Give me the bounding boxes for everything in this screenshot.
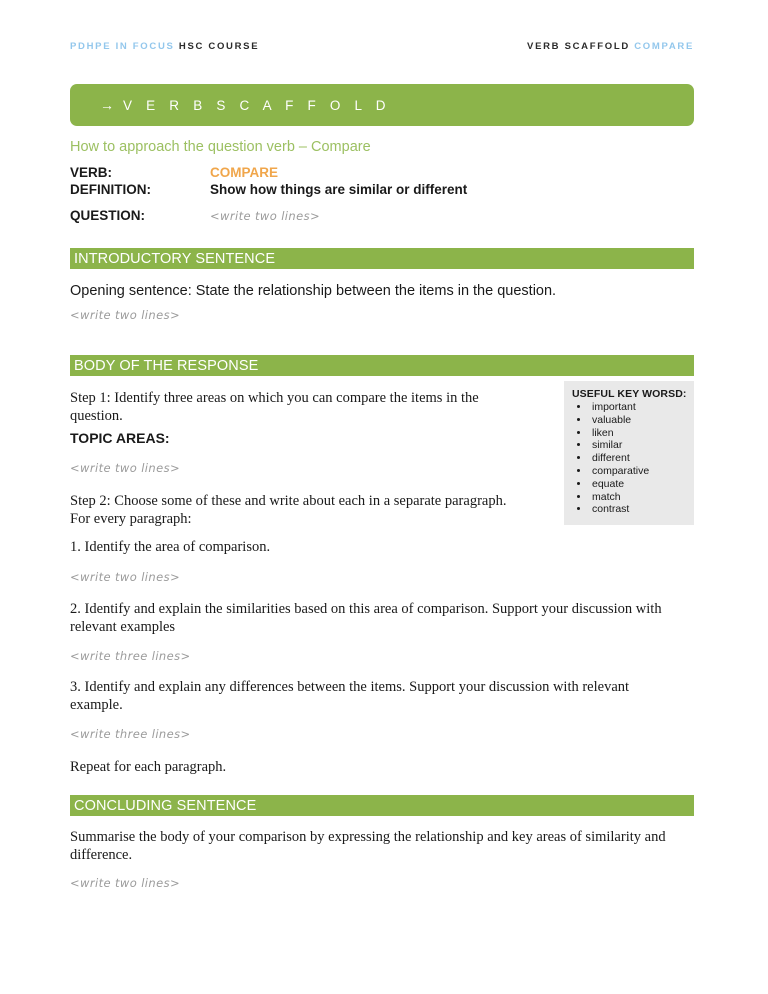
verb-definition-block: VERB: COMPARE DEFINITION: Show how thing… <box>70 164 694 225</box>
document-page: PDHPE IN FOCUS HSC COURSE VERB SCAFFOLD … <box>0 0 768 994</box>
definition-row: DEFINITION: Show how things are similar … <box>70 181 694 198</box>
key-word-item: liken <box>590 427 694 440</box>
useful-key-words-box: USEFUL KEY WORSD: important valuable lik… <box>564 381 694 526</box>
verb-label: VERB: <box>70 165 113 180</box>
conclusion-instruction-text: Summarise the body of your comparison by… <box>70 829 666 863</box>
section-header-label: CONCLUDING SENTENCE <box>74 797 257 814</box>
question-label: QUESTION: <box>70 208 146 223</box>
title-banner: → V E R B S C A F F O L D <box>70 84 694 126</box>
intro-instruction-text: Opening sentence: State the relationship… <box>70 283 557 299</box>
arrow-right-icon: → <box>100 97 114 113</box>
section-header-concluding-sentence: CONCLUDING SENTENCE <box>70 795 694 816</box>
section-header-body-of-the-response: BODY OF THE RESPONSE <box>70 355 694 376</box>
page-subtitle: How to approach the question verb – Comp… <box>70 139 371 155</box>
key-words-list: important valuable liken similar differe… <box>564 401 694 516</box>
key-word-item: important <box>590 401 694 414</box>
key-word-item: equate <box>590 478 694 491</box>
body-point-2-text: 2. Identify and explain the similarities… <box>70 601 662 635</box>
body-point-1-text: 1. Identify the area of comparison. <box>70 539 271 555</box>
verb-row: VERB: COMPARE <box>70 164 694 181</box>
section-header-introductory-sentence: INTRODUCTORY SENTENCE <box>70 248 694 269</box>
key-word-item: comparative <box>590 465 694 478</box>
conclusion-write-placeholder[interactable]: <write two lines> <box>70 876 180 890</box>
running-head-left: PDHPE IN FOCUS HSC COURSE <box>70 41 259 52</box>
body-step1-text: Step 1: Identify three areas on which yo… <box>70 390 479 424</box>
body-point-3-write-placeholder[interactable]: <write three lines> <box>70 727 191 741</box>
section-header-label: INTRODUCTORY SENTENCE <box>74 250 276 267</box>
definition-label: DEFINITION: <box>70 182 151 197</box>
verb-name-label: COMPARE <box>634 40 694 52</box>
body-point-2-write-placeholder[interactable]: <write three lines> <box>70 649 191 663</box>
definition-value: Show how things are similar or different <box>210 182 468 197</box>
intro-write-placeholder[interactable]: <write two lines> <box>70 308 180 322</box>
key-words-box-title: USEFUL KEY WORSD: <box>572 388 687 400</box>
brand-course-name: HSC COURSE <box>178 40 260 52</box>
section-header-label: BODY OF THE RESPONSE <box>74 357 259 374</box>
body-step2-text: Step 2: Choose some of these and write a… <box>70 493 507 527</box>
question-write-placeholder[interactable]: <write two lines> <box>210 208 320 225</box>
body-repeat-text: Repeat for each paragraph. <box>70 759 227 775</box>
document-type-label: VERB SCAFFOLD <box>527 40 630 52</box>
banner-title: V E R B S C A F F O L D <box>123 97 391 113</box>
key-word-item: valuable <box>590 414 694 427</box>
body-point-3-text: 3. Identify and explain any differences … <box>70 679 630 713</box>
running-head: PDHPE IN FOCUS HSC COURSE VERB SCAFFOLD … <box>70 38 694 54</box>
brand-series-name: PDHPE IN FOCUS <box>70 40 175 52</box>
verb-value: COMPARE <box>210 165 279 180</box>
running-head-right: VERB SCAFFOLD COMPARE <box>527 41 694 52</box>
key-word-item: match <box>590 491 694 504</box>
body-point-1-write-placeholder[interactable]: <write two lines> <box>70 570 180 584</box>
key-word-item: similar <box>590 439 694 452</box>
key-word-item: contrast <box>590 503 694 516</box>
key-word-item: different <box>590 452 694 465</box>
topic-areas-label: TOPIC AREAS: <box>70 430 170 446</box>
question-row: QUESTION: <write two lines> <box>70 207 694 225</box>
topic-areas-write-placeholder[interactable]: <write two lines> <box>70 461 180 475</box>
